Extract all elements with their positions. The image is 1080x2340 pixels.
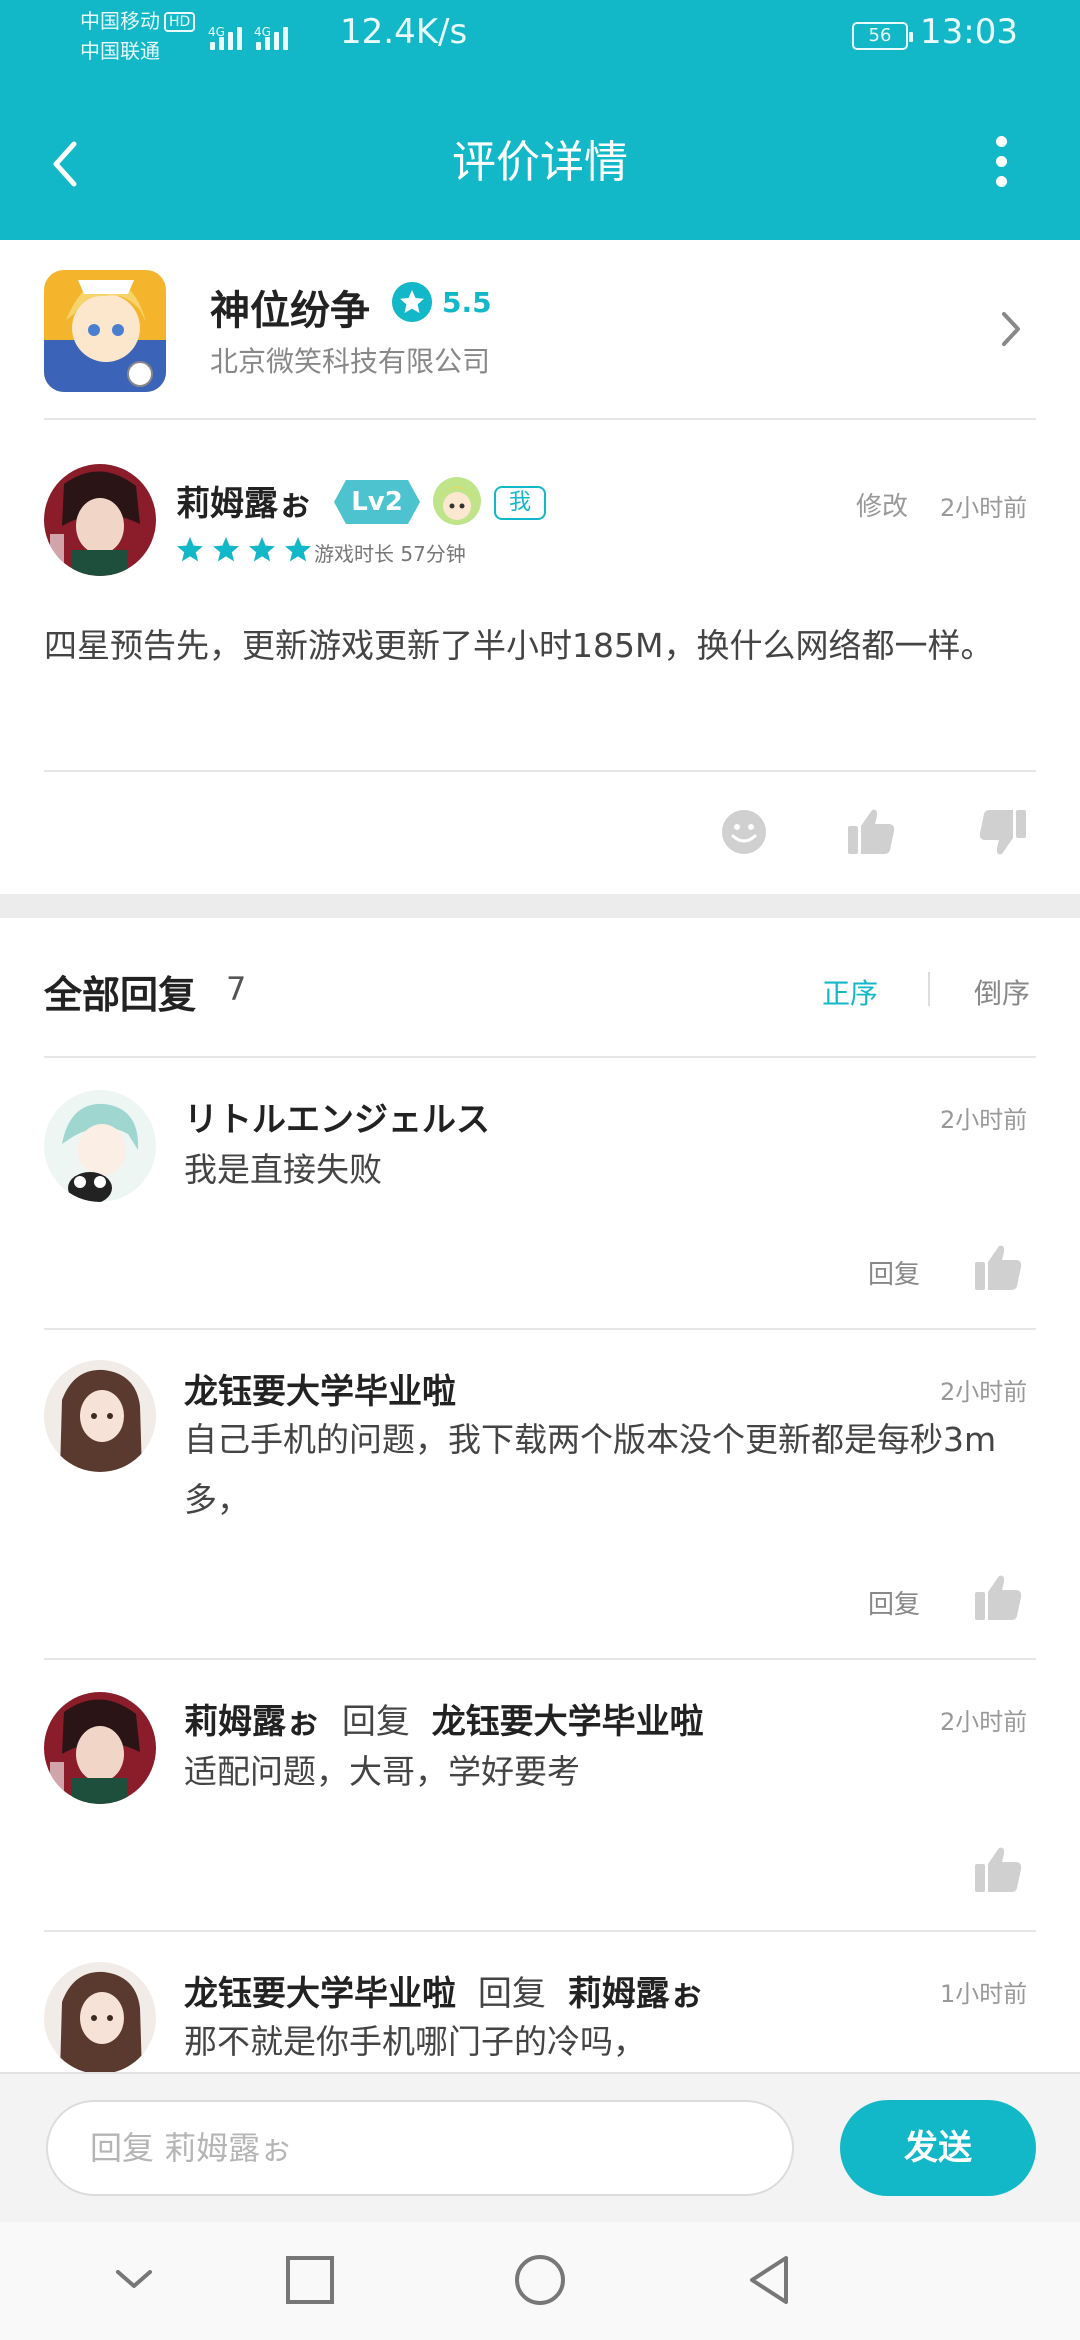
carrier-info: 中国移动 HD 中国联通: [80, 6, 196, 66]
star-icon: [249, 537, 275, 562]
thumbs-up-icon[interactable]: [972, 1242, 1024, 1292]
carrier-1: 中国移动: [80, 9, 160, 33]
level-badge: Lv2: [351, 487, 403, 517]
play-time: 游戏时长 57分钟: [314, 542, 466, 566]
back-icon[interactable]: [742, 2252, 798, 2308]
sort-ascending-button[interactable]: 正序: [822, 972, 878, 1012]
reply-input[interactable]: [46, 2100, 794, 2196]
divider: [44, 1930, 1036, 1932]
reply-header: 龙钰要大学毕业啦 回复 莉姆露ぉ: [184, 1966, 704, 2015]
signal-2-icon: 4G: [254, 25, 288, 50]
reply-author[interactable]: リトルエンジェルス: [184, 1092, 490, 1141]
clock: 13:03: [920, 12, 1018, 52]
thumbs-up-icon[interactable]: [972, 1572, 1024, 1622]
divider: [44, 1658, 1036, 1660]
reply-time: 2小时前: [940, 1378, 1028, 1406]
more-options-icon[interactable]: [982, 126, 1022, 196]
reply-button[interactable]: 回复: [868, 1254, 920, 1291]
thumbs-down-icon[interactable]: [978, 808, 1028, 858]
reply-avatar[interactable]: [44, 1692, 156, 1804]
star-icon: [213, 537, 239, 562]
replies-count: 7: [226, 970, 247, 1008]
me-tag: 我: [494, 486, 546, 520]
review-time: 2小时前: [940, 494, 1028, 522]
star-icon: [285, 537, 311, 562]
reply-text: 自己手机的问题，我下载两个版本没个更新都是每秒3m多，: [184, 1420, 997, 1519]
reviewer-name[interactable]: 莉姆露ぉ: [176, 476, 312, 525]
network-speed: 12.4K/s: [340, 12, 468, 52]
game-score: 5.5: [442, 286, 492, 319]
sort-descending-button[interactable]: 倒序: [974, 972, 1030, 1012]
top-bar: 中国移动 HD 中国联通 4G 4G 12.4K/s 56 13:03 评价详情: [0, 0, 1080, 240]
recent-apps-icon[interactable]: [282, 2252, 338, 2308]
reply-word: 回复: [341, 1702, 410, 1742]
thumbs-up-icon[interactable]: [846, 806, 896, 856]
reply-target[interactable]: 龙钰要大学毕业啦: [432, 1702, 704, 1742]
reply-text: 适配问题，大哥，学好要考: [184, 1752, 580, 1791]
send-button[interactable]: 发送: [840, 2100, 1036, 2196]
reply-avatar[interactable]: [44, 1360, 156, 1472]
reply-text: 我是直接失败: [184, 1150, 382, 1189]
replies-title: 全部回复: [44, 973, 197, 1017]
star-rating-icon: [392, 282, 432, 322]
signal-icons: 4G 4G: [208, 18, 288, 50]
page-title: 评价详情: [452, 137, 628, 188]
reply-author[interactable]: 莉姆露ぉ: [184, 1702, 320, 1742]
game-company: 北京微笑科技有限公司: [210, 345, 491, 378]
game-info-row[interactable]: 神位纷争 5.5 北京微笑科技有限公司: [0, 240, 1080, 420]
chevron-right-icon: [1002, 312, 1020, 346]
reply-word: 回复: [477, 1974, 546, 2014]
status-bar: 中国移动 HD 中国联通 4G 4G 12.4K/s 56 13:03: [0, 0, 1080, 80]
battery-icon: 56: [852, 22, 913, 50]
reply-time: 2小时前: [940, 1708, 1028, 1736]
sort-separator: [928, 972, 930, 1006]
thumbs-up-icon[interactable]: [972, 1844, 1024, 1894]
emoji-icon[interactable]: [720, 808, 768, 856]
reply-author[interactable]: 龙钰要大学毕业啦: [184, 1974, 456, 2014]
home-icon[interactable]: [512, 2252, 568, 2308]
reply-time: 2小时前: [940, 1106, 1028, 1134]
reply-author[interactable]: 龙钰要大学毕业啦: [184, 1364, 456, 1413]
game-icon: [44, 270, 166, 392]
hide-keyboard-icon[interactable]: [112, 2252, 156, 2308]
reviewer-avatar[interactable]: [44, 464, 156, 576]
system-nav-bar: [0, 2222, 1080, 2340]
reply-avatar[interactable]: [44, 1090, 156, 1202]
reply-time: 1小时前: [940, 1980, 1028, 2008]
section-gap: [0, 894, 1080, 918]
star-icon: [177, 537, 203, 562]
reply-text: 那不就是你手机哪门子的冷吗，: [184, 2022, 646, 2061]
reply-button[interactable]: 回复: [868, 1584, 920, 1621]
divider: [44, 1056, 1036, 1058]
game-name: 神位纷争: [210, 288, 370, 334]
signal-1-icon: 4G: [208, 25, 242, 50]
reply-input-bar: 发送: [0, 2072, 1080, 2222]
divider: [44, 1328, 1036, 1330]
edit-button[interactable]: 修改: [856, 486, 908, 523]
review-text: 四星预告先，更新游戏更新了半小时185M，换什么网络都一样。: [44, 626, 994, 665]
divider: [44, 418, 1036, 420]
reply-header: 莉姆露ぉ 回复 龙钰要大学毕业啦: [184, 1694, 704, 1743]
title-avatar-icon: [433, 477, 481, 525]
reply-target[interactable]: 莉姆露ぉ: [568, 1974, 704, 2014]
review-stars: [176, 536, 312, 564]
carrier-2: 中国联通: [80, 39, 160, 63]
nav-bar: 评价详情: [0, 80, 1080, 240]
hd-badge: HD: [164, 12, 196, 32]
reply-avatar[interactable]: [44, 1962, 156, 2074]
divider: [44, 770, 1036, 772]
